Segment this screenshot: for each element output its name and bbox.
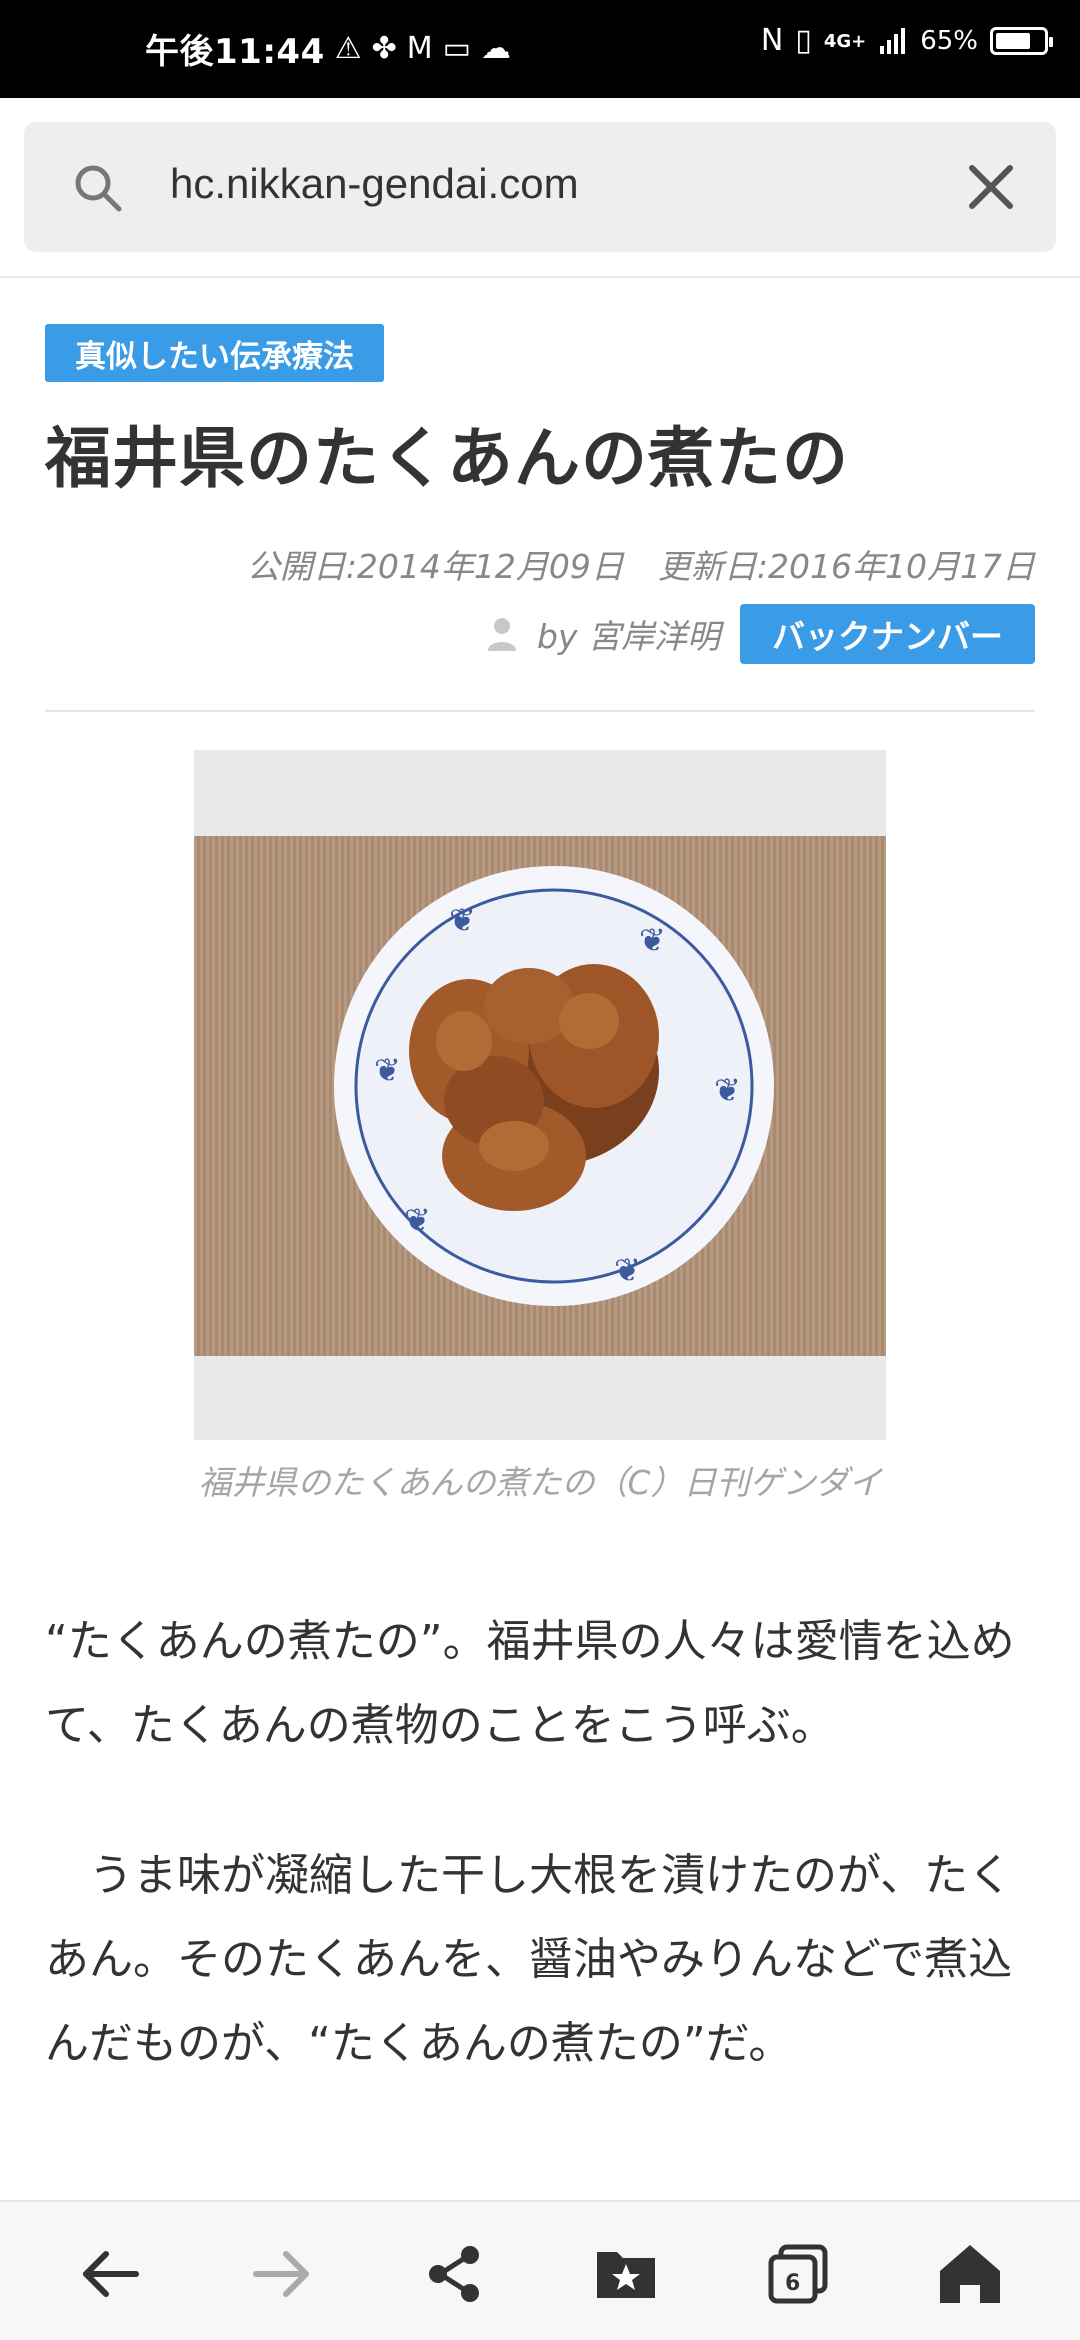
status-right: N ▯ 4G+ 65% — [760, 23, 1053, 58]
article-dates: 公開日:2014年12月09日 更新日:2016年10月17日 — [247, 540, 1035, 588]
back-icon — [83, 2251, 139, 2297]
image-caption: 福井県のたくあんの煮たの（C）日刊ゲンダイ — [198, 1463, 882, 1502]
home-icon — [940, 2245, 1000, 2303]
bookmarks-button[interactable] — [590, 2238, 662, 2310]
message-icon: ▭ — [442, 30, 472, 66]
tab-count: 6 — [785, 2271, 801, 2296]
published-date: 公開日:2014年12月09日 — [246, 547, 624, 586]
search-icon — [75, 165, 122, 212]
svg-text:❦: ❦ — [639, 921, 666, 959]
person-icon — [488, 618, 517, 651]
author-name[interactable]: by 宮岸洋明 — [537, 610, 720, 658]
paragraph-1: “たくあんの煮たの”。福井県の人々は愛情を込めて、たくあんの煮物のことをこう呼ぶ… — [45, 1616, 1015, 1751]
network-label: 4G+ — [823, 30, 867, 52]
bookmarks-icon — [597, 2252, 655, 2298]
tabs-button[interactable]: 6 — [762, 2238, 834, 2310]
category-tag[interactable]: 真似したい伝承療法 — [45, 324, 384, 382]
backnumber-button[interactable]: バックナンバー — [740, 604, 1035, 664]
article-image: ❦ ❦ ❦ ❦ ❦ ❦ — [194, 750, 886, 1440]
battery-fill — [996, 33, 1030, 49]
status-bar: 午後11:44 ⚠ ✤ M ▭ ☁ N ▯ 4G+ 65% — [0, 0, 1080, 98]
svg-text:❦: ❦ — [449, 901, 476, 939]
status-left: 午後11:44 ⚠ ✤ M ▭ ☁ — [145, 24, 511, 73]
forward-button[interactable] — [246, 2238, 318, 2310]
forward-icon — [253, 2251, 309, 2297]
close-icon[interactable] — [962, 158, 1020, 216]
share-button[interactable] — [418, 2238, 490, 2310]
browser-toolbar: hc.nikkan-gendai.com — [0, 98, 1080, 278]
nfc-icon: N — [760, 23, 784, 58]
mail-icon: M — [406, 30, 433, 66]
svg-text:❦: ❦ — [374, 1051, 401, 1089]
warning-icon: ⚠ — [334, 30, 362, 66]
takuan-dish-illustration: ❦ ❦ ❦ ❦ ❦ ❦ — [334, 866, 774, 1306]
status-time: 午後11:44 — [145, 32, 325, 72]
paragraph-2: うま味が凝縮した干し大根を漬けたのが、たくあん。そのたくあんを、醤油やみりんなど… — [45, 1850, 1013, 2069]
bottom-navigation: 6 — [0, 2200, 1080, 2340]
svg-text:❦: ❦ — [614, 1251, 641, 1289]
share-icon — [429, 2246, 479, 2302]
url-text[interactable]: hc.nikkan-gendai.com — [170, 160, 579, 208]
fan-icon: ✤ — [371, 30, 397, 66]
updated-date: 更新日:2016年10月17日 — [657, 547, 1035, 586]
home-button[interactable] — [934, 2238, 1006, 2310]
signal-icon — [880, 28, 906, 54]
back-button[interactable] — [74, 2238, 146, 2310]
vibrate-icon: ▯ — [795, 23, 812, 58]
author-row: by 宮岸洋明 バックナンバー — [487, 604, 1035, 664]
battery-icon — [990, 27, 1053, 55]
divider — [45, 710, 1035, 712]
page-title: 福井県のたくあんの煮たの — [45, 420, 849, 497]
svg-text:❦: ❦ — [714, 1071, 741, 1109]
cloud-icon: ☁ — [481, 30, 512, 66]
svg-text:❦: ❦ — [404, 1201, 431, 1239]
address-bar[interactable]: hc.nikkan-gendai.com — [24, 122, 1056, 252]
battery-percent: 65% — [920, 26, 978, 56]
image-background: ❦ ❦ ❦ ❦ ❦ ❦ — [194, 836, 886, 1356]
